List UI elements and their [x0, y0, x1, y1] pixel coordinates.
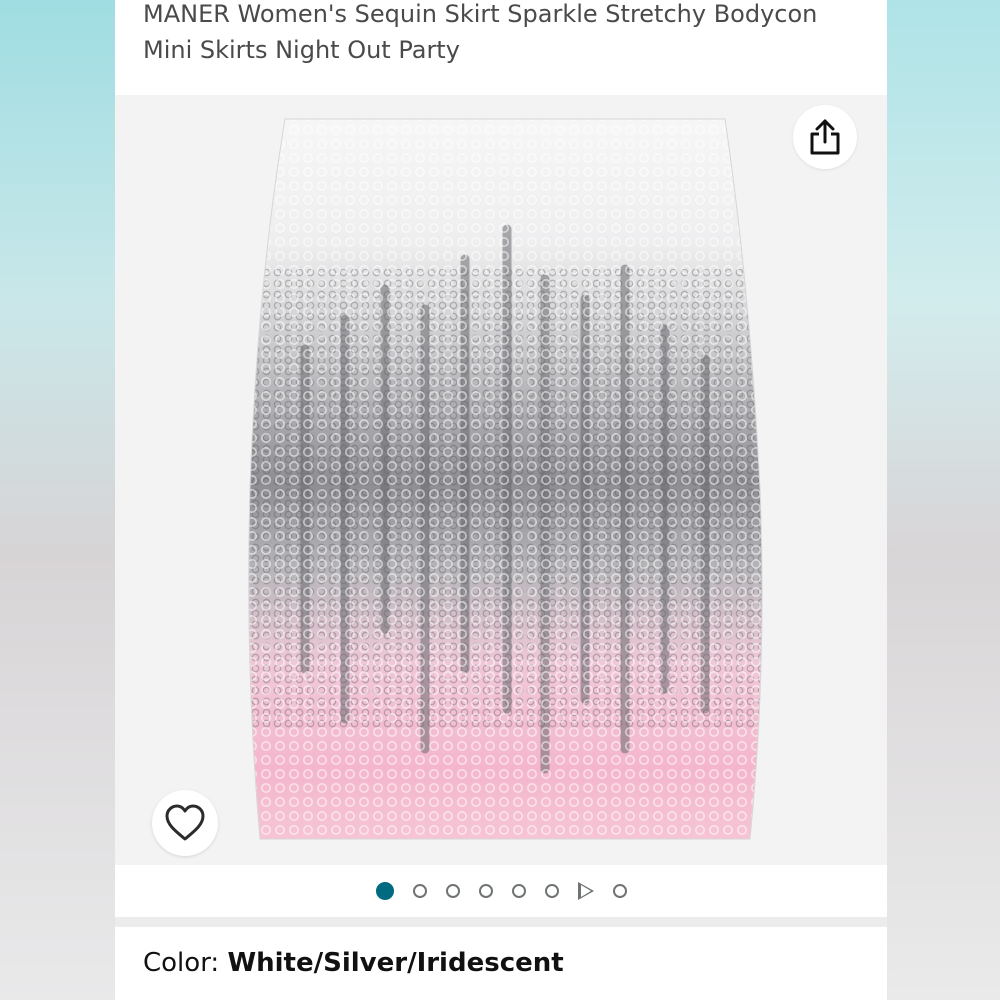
- pagination-dot-1[interactable]: [375, 882, 394, 900]
- pagination-dot-3[interactable]: [445, 884, 460, 898]
- product-card: MANER Women's Sequin Skirt Sparkle Stret…: [115, 0, 887, 1000]
- product-image: [248, 118, 763, 840]
- pagination-dot-2[interactable]: [412, 884, 427, 898]
- pagination-dot-5[interactable]: [511, 884, 526, 898]
- video-play-icon[interactable]: [577, 882, 594, 900]
- add-to-wishlist-button[interactable]: [152, 790, 218, 856]
- share-icon: [810, 119, 840, 155]
- pagination-dot-6[interactable]: [544, 884, 559, 898]
- product-title: MANER Women's Sequin Skirt Sparkle Stret…: [143, 0, 818, 64]
- share-button[interactable]: [793, 105, 857, 169]
- color-selection: Color: White/Silver/Iridescent: [143, 948, 564, 978]
- pagination-dot-7[interactable]: [612, 884, 627, 898]
- color-label: Color:: [143, 948, 220, 978]
- product-image-gallery[interactable]: [115, 95, 887, 865]
- background-blur-right: [885, 0, 1000, 1000]
- pagination-dot-4[interactable]: [478, 884, 493, 898]
- color-value: White/Silver/Iridescent: [227, 948, 564, 978]
- heart-outline-icon: [165, 804, 205, 841]
- background-blur-left: [0, 0, 115, 1000]
- section-divider: [115, 917, 887, 927]
- image-pagination: [115, 866, 887, 916]
